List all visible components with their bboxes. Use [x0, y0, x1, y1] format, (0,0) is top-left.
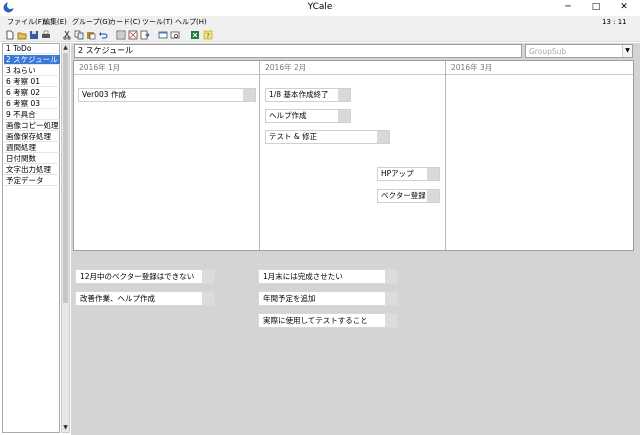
- menu-group[interactable]: グループ(G): [72, 17, 110, 28]
- month-divider: [445, 61, 446, 250]
- group-item[interactable]: 6 考察 01: [4, 77, 60, 87]
- minimize-button[interactable]: ─: [555, 1, 581, 15]
- task-card[interactable]: 1/8 基本作成終了: [265, 88, 351, 102]
- group-item[interactable]: 予定データ: [4, 176, 60, 186]
- maximize-button[interactable]: □: [583, 1, 609, 15]
- group-item[interactable]: 9 不具合: [4, 110, 60, 120]
- search-window-icon[interactable]: [170, 30, 180, 40]
- month-header-feb: 2016年 2月: [260, 61, 446, 75]
- copy-icon[interactable]: [74, 30, 84, 40]
- group-item[interactable]: 1 ToDo: [4, 44, 60, 54]
- card-view-icon[interactable]: [128, 30, 138, 40]
- scroll-up-icon[interactable]: ▲: [62, 44, 69, 52]
- toolbar: ?: [0, 29, 640, 42]
- task-label: 1/8 基本作成終了: [269, 90, 329, 99]
- window-title: YCale: [307, 2, 333, 12]
- sidebar-scrollbar[interactable]: ▲ ▼: [61, 43, 70, 433]
- print-icon[interactable]: [41, 30, 51, 40]
- list-view-icon[interactable]: [116, 30, 126, 40]
- schedule-title-field[interactable]: 2 スケジュール: [74, 44, 522, 58]
- svg-text:?: ?: [206, 32, 210, 40]
- menu-edit[interactable]: 編集(E): [43, 17, 67, 28]
- note-label: 年間予定を追加: [263, 294, 316, 303]
- note-card[interactable]: 1月末には完成させたい: [258, 269, 398, 284]
- note-card[interactable]: 改善作業、ヘルプ作成: [75, 291, 215, 306]
- clock: 13 : 11: [602, 18, 627, 26]
- note-card[interactable]: 12月中のベクター登録はできない: [75, 269, 215, 284]
- scroll-thumb[interactable]: [63, 53, 68, 303]
- group-item-selected[interactable]: 2 スケジュール: [4, 55, 60, 65]
- task-card[interactable]: テスト & 修正: [265, 130, 390, 144]
- month-divider: [259, 61, 260, 250]
- month-calendar: 2016年 1月 2016年 2月 2016年 3月 Ver003 作成 1/8…: [73, 60, 634, 251]
- note-card[interactable]: 実際に使用してテストすること: [258, 313, 398, 328]
- scroll-down-icon[interactable]: ▼: [62, 424, 69, 432]
- group-item[interactable]: 日付関数: [4, 154, 60, 164]
- window-icon[interactable]: [158, 30, 168, 40]
- excel-icon[interactable]: [190, 30, 200, 40]
- note-card[interactable]: 年間予定を追加: [258, 291, 398, 306]
- note-label: 実際に使用してテストすること: [263, 316, 368, 325]
- title-bar: YCale ─ □ ✕: [0, 0, 640, 16]
- task-label: Ver003 作成: [82, 90, 126, 99]
- undo-icon[interactable]: [98, 30, 108, 40]
- group-sub-value: GroupSub: [529, 47, 567, 56]
- paste-icon[interactable]: [86, 30, 96, 40]
- group-item[interactable]: 画像保存処理: [4, 132, 60, 142]
- task-label: HPアップ: [381, 169, 414, 178]
- save-icon[interactable]: [29, 30, 39, 40]
- chevron-down-icon[interactable]: ▼: [622, 45, 632, 57]
- note-label: 12月中のベクター登録はできない: [80, 272, 195, 281]
- note-label: 改善作業、ヘルプ作成: [80, 294, 155, 303]
- open-folder-icon[interactable]: [17, 30, 27, 40]
- cut-icon[interactable]: [62, 30, 72, 40]
- group-item[interactable]: 文字出力処理: [4, 165, 60, 175]
- group-list: 1 ToDo 2 スケジュール 3 ねらい 6 考察 01 6 考察 02 6 …: [2, 43, 60, 433]
- task-label: ヘルプ作成: [269, 111, 307, 120]
- help-icon[interactable]: ?: [203, 30, 213, 40]
- menu-help[interactable]: ヘルプ(H): [175, 17, 207, 28]
- group-item[interactable]: 3 ねらい: [4, 66, 60, 76]
- task-card[interactable]: ヘルプ作成: [265, 109, 351, 123]
- month-header-jan: 2016年 1月: [74, 61, 260, 75]
- menu-file[interactable]: ファイル(F): [7, 17, 45, 28]
- close-button[interactable]: ✕: [611, 1, 637, 15]
- group-item[interactable]: 画像コピー処理: [4, 121, 60, 131]
- menu-tools[interactable]: ツール(T): [142, 17, 173, 28]
- month-header-mar: 2016年 3月: [446, 61, 633, 75]
- task-card[interactable]: Ver003 作成: [78, 88, 256, 102]
- group-item[interactable]: 6 考察 03: [4, 99, 60, 109]
- task-label: テスト & 修正: [269, 132, 318, 141]
- group-item[interactable]: 週間処理: [4, 143, 60, 153]
- note-label: 1月末には完成させたい: [263, 272, 343, 281]
- menu-bar: ファイル(F) 編集(E) グループ(G) カード(C) ツール(T) ヘルプ(…: [0, 16, 640, 29]
- task-label: ベクター登録: [381, 191, 426, 200]
- new-file-icon[interactable]: [5, 30, 15, 40]
- group-sub-select[interactable]: GroupSub ▼: [525, 44, 633, 58]
- export-icon[interactable]: [140, 30, 150, 40]
- menu-card[interactable]: カード(C): [109, 17, 140, 28]
- task-card[interactable]: HPアップ: [377, 167, 440, 181]
- task-card[interactable]: ベクター登録: [377, 189, 440, 203]
- schedule-workspace: 2 スケジュール GroupSub ▼ 2016年 1月 2016年 2月 20…: [71, 43, 640, 435]
- group-item[interactable]: 6 考察 02: [4, 88, 60, 98]
